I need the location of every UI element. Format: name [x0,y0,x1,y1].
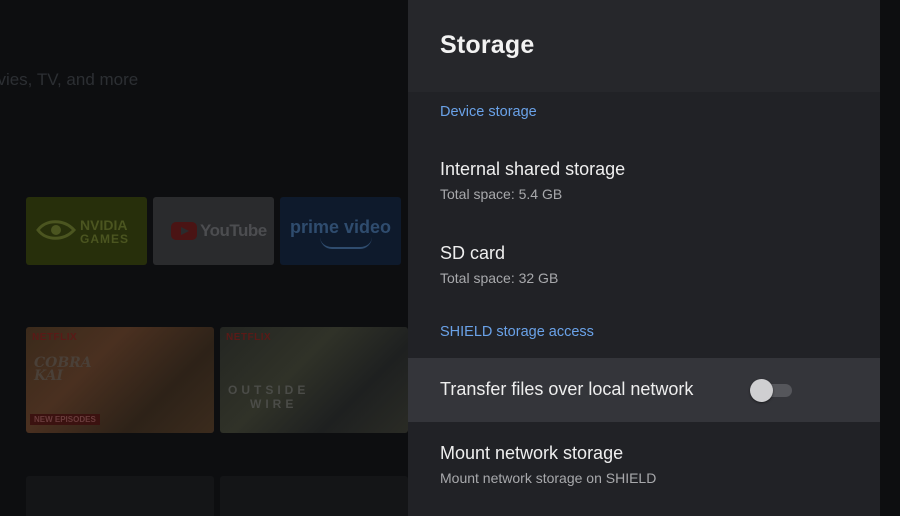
tv-screen: ovies, TV, and more NVIDIA GAMES YouTube… [0,0,900,516]
youtube-play-icon [171,222,197,240]
content-card[interactable] [26,476,214,516]
app-tile-nvidia-games[interactable]: NVIDIA GAMES [26,197,147,265]
menu-item-sd-card[interactable]: SD card Total space: 32 GB [408,232,880,298]
content-card[interactable] [220,476,408,516]
prime-smile-icon [320,237,372,249]
toggle-thumb [750,379,773,402]
menu-item-transfer-files-over-local-network[interactable]: Transfer files over local network [408,358,880,422]
card-title-line: KAI [34,368,64,384]
menu-item-title: SD card [440,243,506,263]
app-tile-youtube[interactable]: YouTube [153,197,274,265]
card-title-art: OUTSIDE WIRE [228,383,309,411]
app-tile-sublabel: GAMES [80,232,130,246]
section-header-shield-storage-access: SHIELD storage access [440,324,594,340]
card-title-line: WIRE [250,397,298,411]
app-tile-label: prime video [290,217,392,237]
menu-item-internal-shared-storage[interactable]: Internal shared storage Total space: 5.4… [408,148,880,214]
new-episodes-badge: NEW EPISODES [30,414,100,425]
menu-item-title: Mount network storage [440,443,624,463]
app-tile-label: NVIDIA [80,217,128,233]
menu-item-subtitle: Mount network storage on SHIELD [440,470,657,486]
card-brand-label: NETFLIX [32,332,78,343]
menu-item-title: Transfer files over local network [440,379,694,399]
app-tile-prime-video[interactable]: prime video [280,197,401,265]
page-title: Storage [440,31,535,59]
content-card-outside-wire[interactable]: NETFLIX OUTSIDE WIRE [220,327,408,433]
card-title-art: COBRA KAI [34,356,92,384]
menu-item-title: Internal shared storage [440,159,626,179]
nvidia-eye-icon [36,220,77,240]
transfer-files-toggle[interactable] [750,379,794,402]
menu-item-mount-network-storage[interactable]: Mount network storage Mount network stor… [408,432,880,498]
card-title-line: OUTSIDE [228,383,310,397]
app-tile-label: YouTube [200,221,267,240]
panel-header: Storage [408,0,880,92]
storage-settings-panel: Storage Device storage Internal shared s… [408,0,880,516]
menu-item-subtitle: Total space: 32 GB [440,270,559,286]
home-tagline: ovies, TV, and more [0,70,139,89]
content-card-cobra-kai[interactable]: NETFLIX COBRA KAI NEW EPISODES [26,327,214,433]
card-brand-label: NETFLIX [226,332,272,343]
menu-item-subtitle: Total space: 5.4 GB [440,186,563,202]
section-header-device-storage: Device storage [440,104,537,120]
